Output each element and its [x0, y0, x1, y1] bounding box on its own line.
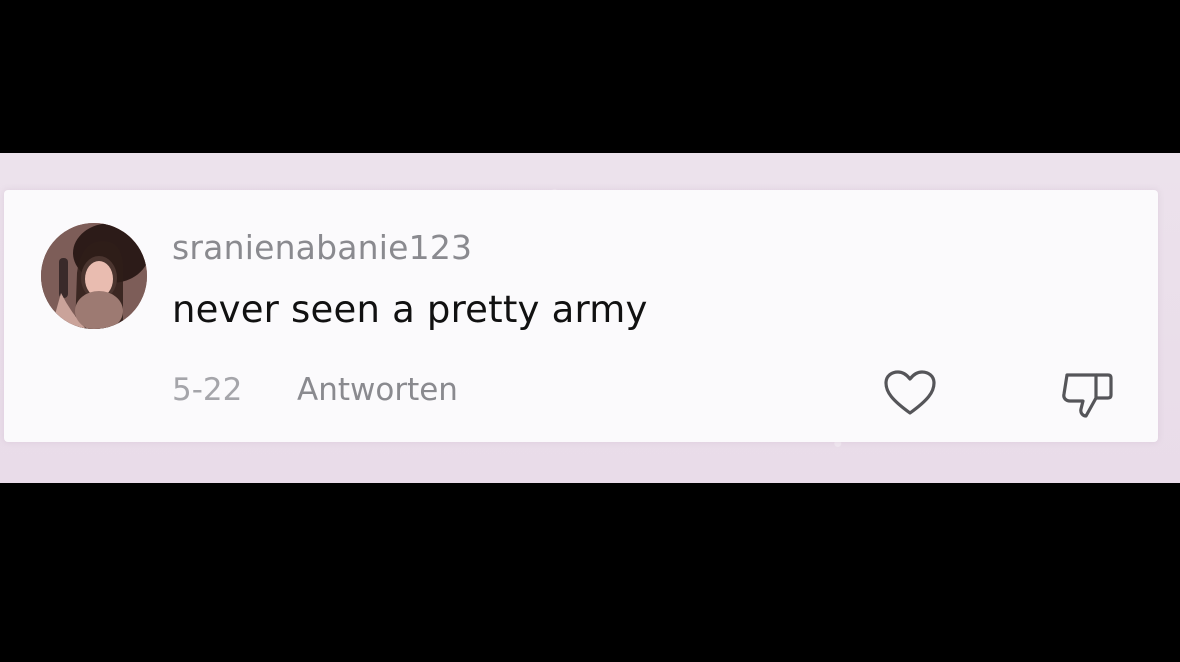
avatar[interactable] [41, 223, 147, 329]
thumbs-down-icon [1062, 373, 1113, 418]
heart-icon [884, 370, 936, 415]
like-button[interactable] [882, 368, 938, 418]
comment-text: never seen a pretty army [172, 288, 648, 331]
comment-date: 5-22 [172, 372, 243, 408]
reply-button[interactable]: Antworten [297, 372, 458, 408]
comment-username[interactable]: sranienabanie123 [172, 228, 472, 267]
screen: sranienabanie123 never seen a pretty arm… [0, 0, 1180, 662]
dislike-button[interactable] [1058, 366, 1116, 420]
avatar-image [41, 223, 147, 329]
